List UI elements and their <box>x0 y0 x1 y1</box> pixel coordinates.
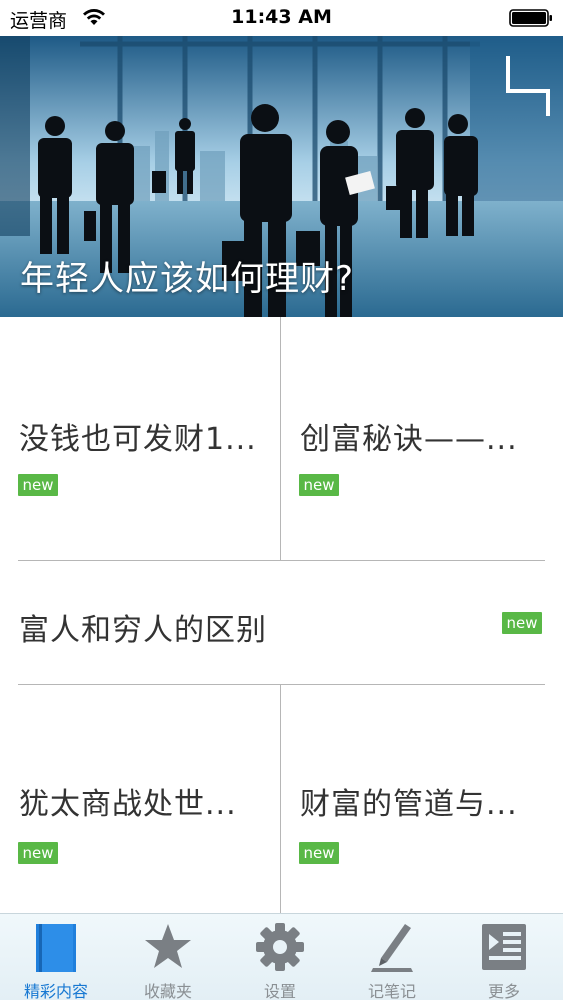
article-row[interactable]: 富人和穷人的区别 new <box>0 561 563 684</box>
star-icon <box>145 924 191 968</box>
article-card[interactable]: 创富秘诀——... new <box>281 317 563 560</box>
battery-icon <box>509 9 552 27</box>
tab-bar: 精彩内容 收藏夹 设置 记笔记 更多 <box>0 913 563 1000</box>
article-title: 犹太商战处世... <box>19 787 237 822</box>
tab-label: 记笔记 <box>367 982 416 1000</box>
article-title: 富人和穷人的区别 <box>19 613 267 648</box>
new-badge: new <box>299 842 339 864</box>
new-badge: new <box>18 474 58 496</box>
tab-featured[interactable]: 精彩内容 <box>0 914 112 1000</box>
tab-label: 更多 <box>487 982 520 1000</box>
tab-label: 精彩内容 <box>23 982 88 1000</box>
article-title: 没钱也可发财1... <box>19 422 257 457</box>
divider <box>280 317 281 560</box>
tab-label: 收藏夹 <box>143 982 192 1000</box>
divider <box>280 685 281 913</box>
tab-settings[interactable]: 设置 <box>224 914 336 1000</box>
new-badge: new <box>18 842 58 864</box>
hero-banner[interactable]: 年轻人应该如何理财? <box>0 36 563 317</box>
gear-icon <box>256 923 304 971</box>
divider <box>18 560 545 561</box>
article-card[interactable]: 没钱也可发财1... new <box>0 317 280 560</box>
article-title: 财富的管道与... <box>300 787 518 822</box>
article-card[interactable]: 犹太商战处世... new <box>0 685 280 913</box>
status-time: 11:43 AM <box>231 6 332 28</box>
tab-favorites[interactable]: 收藏夹 <box>112 914 224 1000</box>
article-card[interactable]: 财富的管道与... new <box>281 685 563 913</box>
book-icon <box>36 924 76 972</box>
tab-notes[interactable]: 记笔记 <box>336 914 448 1000</box>
divider <box>18 684 545 685</box>
hero-title: 年轻人应该如何理财? <box>20 259 355 299</box>
new-badge: new <box>502 612 542 634</box>
article-title: 创富秘诀——... <box>300 422 518 457</box>
new-badge: new <box>299 474 339 496</box>
more-list-icon <box>482 924 526 970</box>
pen-icon <box>371 924 413 972</box>
tab-more[interactable]: 更多 <box>448 914 560 1000</box>
tab-label: 设置 <box>263 982 296 1000</box>
status-bar: 运营商 11:43 AM <box>0 0 563 36</box>
